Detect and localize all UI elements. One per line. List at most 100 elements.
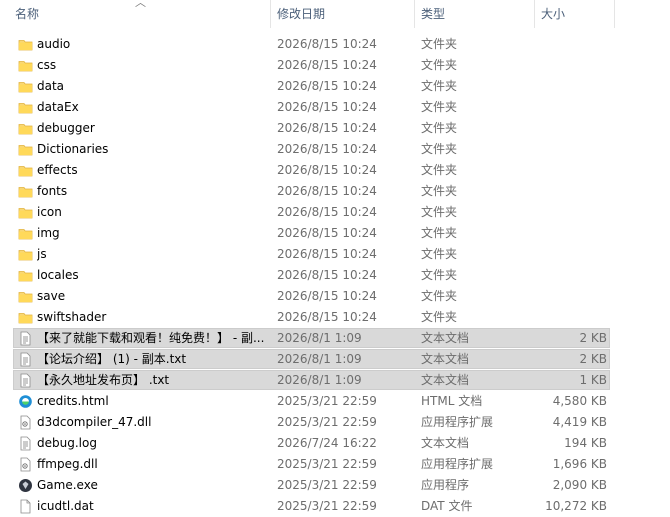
- file-row[interactable]: fonts 2026/8/15 10:24 文件夹: [0, 181, 670, 202]
- file-row[interactable]: 【论坛介绍】 (1) - 副本.txt 2026/8/1 1:09 文本文档 2 KB: [0, 349, 670, 370]
- file-row[interactable]: css 2026/8/15 10:24 文件夹: [0, 55, 670, 76]
- file-type: 文件夹: [421, 268, 458, 282]
- column-divider[interactable]: [414, 0, 415, 28]
- file-type: 应用程序扩展: [421, 457, 494, 471]
- file-type: 文件夹: [421, 205, 458, 219]
- column-header-type[interactable]: 类型: [421, 0, 445, 28]
- file-modified-date: 2026/8/15 10:24: [277, 121, 377, 135]
- file-size: [520, 139, 607, 160]
- folder-icon: [18, 58, 33, 73]
- file-row[interactable]: Game.exe 2025/3/21 22:59 应用程序 2,090 KB: [0, 475, 670, 496]
- file-name[interactable]: effects: [37, 160, 267, 181]
- file-row[interactable]: icudtl.dat 2025/3/21 22:59 DAT 文件 10,272 KB: [0, 496, 670, 517]
- file-row[interactable]: debug.log 2026/7/24 16:22 文本文档 194 KB: [0, 433, 670, 454]
- column-divider[interactable]: [534, 0, 535, 28]
- file-modified-date: 2026/8/15 10:24: [277, 37, 377, 51]
- file-name[interactable]: debug.log: [37, 433, 267, 454]
- file-size: [520, 76, 607, 97]
- column-header-name[interactable]: 名称: [15, 0, 39, 28]
- file-name[interactable]: audio: [37, 34, 267, 55]
- file-modified-date: 2026/8/15 10:24: [277, 226, 377, 240]
- file-type: 文件夹: [421, 289, 458, 303]
- file-row[interactable]: dataEx 2026/8/15 10:24 文件夹: [0, 97, 670, 118]
- folder-icon: [18, 142, 33, 157]
- file-name[interactable]: ffmpeg.dll: [37, 454, 267, 475]
- file-size: [520, 181, 607, 202]
- file-name[interactable]: Game.exe: [37, 475, 267, 496]
- file-name[interactable]: icon: [37, 202, 267, 223]
- file-name[interactable]: swiftshader: [37, 307, 267, 328]
- file-name[interactable]: img: [37, 223, 267, 244]
- file-size: 10,272 KB: [545, 499, 607, 513]
- file-row[interactable]: icon 2026/8/15 10:24 文件夹: [0, 202, 670, 223]
- file-modified-date: 2026/8/15 10:24: [277, 79, 377, 93]
- file-row[interactable]: js 2026/8/15 10:24 文件夹: [0, 244, 670, 265]
- file-modified-date: 2026/8/15 10:24: [277, 142, 377, 156]
- file-name[interactable]: Dictionaries: [37, 139, 267, 160]
- file-type: 文件夹: [421, 142, 458, 156]
- file-name[interactable]: 【论坛介绍】 (1) - 副本.txt: [37, 349, 267, 370]
- file-row[interactable]: effects 2026/8/15 10:24 文件夹: [0, 160, 670, 181]
- file-size: 4,580 KB: [552, 394, 607, 408]
- file-name[interactable]: fonts: [37, 181, 267, 202]
- file-name[interactable]: debugger: [37, 118, 267, 139]
- file-name[interactable]: 【永久地址发布页】 .txt: [37, 370, 267, 391]
- folder-icon: [18, 226, 33, 241]
- file-row[interactable]: 【永久地址发布页】 .txt 2026/8/1 1:09 文本文档 1 KB: [0, 370, 670, 391]
- column-divider[interactable]: [614, 0, 615, 28]
- file-modified-date: 2026/8/15 10:24: [277, 268, 377, 282]
- file-row[interactable]: img 2026/8/15 10:24 文件夹: [0, 223, 670, 244]
- file-size: [520, 202, 607, 223]
- folder-icon: [18, 268, 33, 283]
- file-name[interactable]: data: [37, 76, 267, 97]
- file-row[interactable]: credits.html 2025/3/21 22:59 HTML 文档 4,580 …: [0, 391, 670, 412]
- file-row[interactable]: Dictionaries 2026/8/15 10:24 文件夹: [0, 139, 670, 160]
- folder-icon: [18, 100, 33, 115]
- text-file-icon: [18, 331, 33, 346]
- folder-icon: [18, 184, 33, 199]
- file-size: [520, 34, 607, 55]
- file-modified-date: 2026/8/15 10:24: [277, 289, 377, 303]
- file-row[interactable]: swiftshader 2026/8/15 10:24 文件夹: [0, 307, 670, 328]
- column-header-bar: ︿ 名称 修改日期 类型 大小: [0, 0, 670, 28]
- file-name[interactable]: credits.html: [37, 391, 267, 412]
- app-exe-icon: [18, 478, 33, 493]
- file-size: [520, 160, 607, 181]
- file-type: 文件夹: [421, 184, 458, 198]
- file-row[interactable]: data 2026/8/15 10:24 文件夹: [0, 76, 670, 97]
- file-name[interactable]: d3dcompiler_47.dll: [37, 412, 267, 433]
- file-row[interactable]: 【来了就能下载和观看！纯免费！】 - 副... 2026/8/1 1:09 文本文档…: [0, 328, 670, 349]
- column-header-date[interactable]: 修改日期: [277, 0, 325, 28]
- file-type: 文本文档: [421, 436, 470, 450]
- file-size: [520, 97, 607, 118]
- file-type: 文件夹: [421, 58, 458, 72]
- file-size: [520, 286, 607, 307]
- file-row[interactable]: save 2026/8/15 10:24 文件夹: [0, 286, 670, 307]
- text-file-icon: [18, 373, 33, 388]
- file-type: 文件夹: [421, 37, 458, 51]
- file-row[interactable]: ffmpeg.dll 2025/3/21 22:59 应用程序扩展 1,696 KB: [0, 454, 670, 475]
- file-row[interactable]: d3dcompiler_47.dll 2025/3/21 22:59 应用程序扩展 4…: [0, 412, 670, 433]
- file-name[interactable]: js: [37, 244, 267, 265]
- file-modified-date: 2025/3/21 22:59: [277, 478, 377, 492]
- column-header-size[interactable]: 大小: [541, 0, 565, 28]
- file-row[interactable]: locales 2026/8/15 10:24 文件夹: [0, 265, 670, 286]
- sort-ascending-icon[interactable]: ︿: [135, 0, 146, 10]
- file-size: 194 KB: [564, 436, 607, 450]
- file-name[interactable]: css: [37, 55, 267, 76]
- text-file-icon: [18, 436, 33, 451]
- file-size: 2 KB: [579, 352, 607, 366]
- file-size: [520, 118, 607, 139]
- folder-icon: [18, 310, 33, 325]
- file-row[interactable]: debugger 2026/8/15 10:24 文件夹: [0, 118, 670, 139]
- file-name[interactable]: save: [37, 286, 267, 307]
- file-row[interactable]: audio 2026/8/15 10:24 文件夹: [0, 34, 670, 55]
- file-size: [520, 55, 607, 76]
- file-name[interactable]: 【来了就能下载和观看！纯免费！】 - 副...: [37, 328, 267, 349]
- file-name[interactable]: dataEx: [37, 97, 267, 118]
- file-name[interactable]: locales: [37, 265, 267, 286]
- folder-icon: [18, 205, 33, 220]
- column-divider[interactable]: [270, 0, 271, 28]
- file-name[interactable]: icudtl.dat: [37, 496, 267, 517]
- file-type: 应用程序: [421, 478, 470, 492]
